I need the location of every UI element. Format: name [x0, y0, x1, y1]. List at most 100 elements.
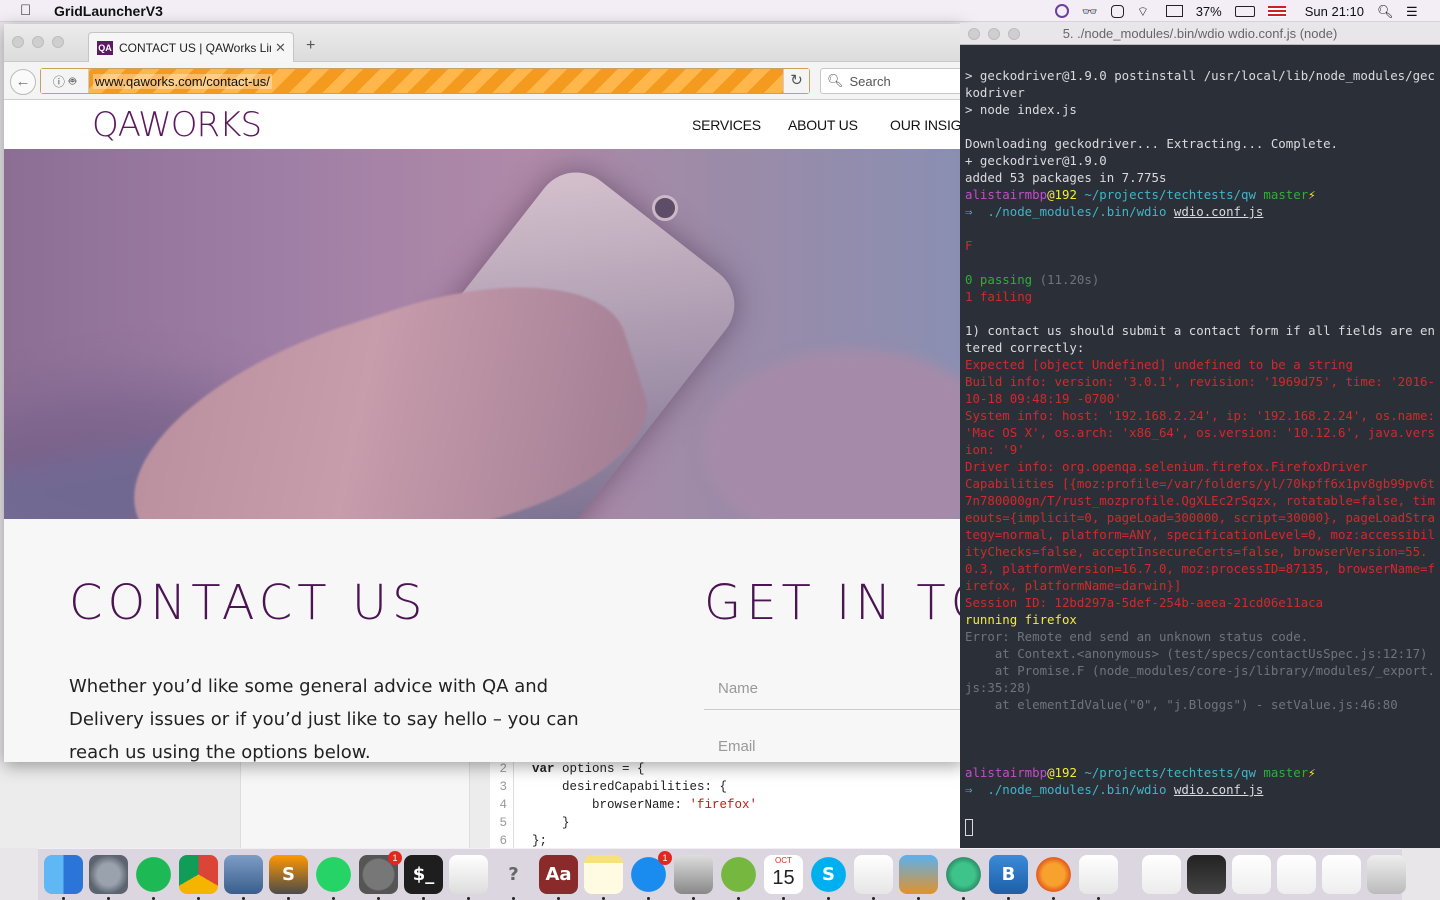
email-field[interactable]: Email [704, 738, 964, 762]
firefox-window: QA CONTACT US | QAWorks Limited ✕ + ← ⓘ … [4, 24, 964, 762]
url-text[interactable]: www.qaworks.com/contact-us/ [93, 73, 272, 89]
chrome-icon[interactable] [179, 855, 218, 900]
email-placeholder: Email [718, 738, 756, 755]
terminal-line: Expected [object Undefined] undefined to… [965, 357, 1353, 372]
spotify-icon[interactable] [134, 855, 173, 900]
back-button[interactable]: ← [10, 69, 36, 95]
terminal-line: Capabilities [{moz:profile=/var/folders/… [965, 476, 1435, 593]
zoom-window-button[interactable] [52, 36, 64, 48]
close-tab-icon[interactable]: ✕ [275, 40, 286, 56]
zoom-window-button[interactable] [1008, 28, 1020, 40]
line-number: 3 [499, 780, 507, 794]
calendar-month: OCT [775, 856, 792, 865]
battery-percentage[interactable]: 37% [1196, 4, 1222, 19]
terminal-window[interactable]: 5. ./node_modules/.bin/wdio wdio.conf.js… [960, 23, 1440, 848]
active-app-name[interactable]: GridLauncherV3 [54, 3, 163, 19]
terminal-line: 0 passing (11.20s) [965, 271, 1439, 288]
site-info-icon[interactable]: ⓘ 🤖︎ [41, 69, 89, 93]
sublime-icon[interactable]: S [269, 855, 308, 900]
apple-menu-icon[interactable]:  [20, 2, 38, 19]
firefox-icon[interactable] [1034, 855, 1073, 900]
bbedit-icon[interactable]: B [989, 855, 1028, 900]
terminal-output[interactable]: > geckodriver@1.9.0 postinstall /usr/loc… [965, 67, 1439, 840]
nav-link-services[interactable]: SERVICES [692, 117, 761, 133]
clock[interactable]: Sun 21:10 [1305, 4, 1364, 19]
reload-icon[interactable]: ↻ [783, 69, 809, 93]
stack-file-icon[interactable] [1187, 855, 1226, 894]
terminal-line: 1 failing [965, 289, 1033, 304]
document-icon[interactable] [1232, 855, 1271, 894]
document3-icon[interactable] [1322, 855, 1361, 894]
prompt-path: ~/projects/techtests/qw [1076, 765, 1256, 780]
terminal-line: > geckodriver@1.9.0 postinstall /usr/loc… [965, 68, 1435, 100]
notes-icon[interactable] [584, 855, 623, 900]
cloud-app-icon[interactable] [1054, 4, 1069, 18]
terminal-cursor [965, 819, 973, 836]
utorrent-icon[interactable] [719, 855, 758, 900]
minimize-window-button[interactable] [32, 36, 44, 48]
nav-link-our-insights[interactable]: OUR INSIGHTS [890, 117, 964, 133]
search-placeholder: Search [849, 73, 891, 89]
spotlight-search-icon[interactable]: 🔍︎ [1377, 4, 1394, 19]
prompt-user: alistairmbp [965, 765, 1048, 780]
notification-center-icon[interactable]: ☰ [1406, 4, 1422, 19]
command-argument: wdio.conf.js [1173, 204, 1264, 219]
keynote-icon[interactable] [899, 855, 938, 900]
prompt-host: @192 [1047, 187, 1077, 202]
java-icon[interactable] [1079, 855, 1118, 900]
calendar-icon[interactable]: OCT 15 [764, 855, 803, 900]
system-preferences-icon[interactable]: 1 [359, 851, 402, 900]
document2-icon[interactable] [1277, 855, 1316, 894]
nav-link-about-us[interactable]: ABOUT US [788, 117, 858, 133]
terminal-line: alistairmbp@192 ~/projects/techtests/qw … [965, 764, 1439, 781]
app-store-icon[interactable]: 1 [629, 851, 672, 900]
tab-contact-us[interactable]: QA CONTACT US | QAWorks Limited ✕ [88, 32, 294, 62]
textedit-icon[interactable] [449, 855, 488, 900]
code-line: } [532, 816, 570, 830]
airplay-icon[interactable] [1165, 5, 1183, 17]
minimize-window-button[interactable] [988, 28, 1000, 40]
finder-icon[interactable] [44, 855, 83, 900]
prompt-host: @192 [1047, 765, 1077, 780]
search-input[interactable]: 🔍︎ Search [820, 68, 964, 94]
prompt-path: ~/projects/techtests/qw [1076, 187, 1256, 202]
qaworks-logo[interactable]: QAWORKS [92, 105, 262, 145]
terminal-line: at Promise.F (node_modules/core-js/libra… [965, 663, 1435, 695]
line-number: 5 [499, 816, 507, 830]
todo-check-icon[interactable] [1110, 4, 1124, 18]
us-flag-icon[interactable] [1267, 5, 1286, 17]
code-editor[interactable]: 2 3 4 5 6 var options = { desiredCapabil… [490, 762, 960, 848]
launchpad-icon[interactable] [89, 855, 128, 900]
xcode-tools-icon[interactable] [674, 855, 713, 900]
terminal-line: 1) contact us should submit a contact fo… [965, 323, 1435, 355]
new-tab-button[interactable]: + [306, 37, 315, 55]
activity-monitor-icon[interactable] [854, 855, 893, 900]
skype-icon[interactable]: S [809, 855, 848, 900]
whatsapp-icon[interactable] [314, 855, 353, 900]
battery-icon[interactable] [1234, 5, 1255, 17]
line-number-gutter: 2 3 4 5 6 [490, 762, 514, 848]
wifi-icon[interactable]: ⌔ [1137, 4, 1153, 19]
dictionary-icon[interactable]: Aa [539, 855, 578, 900]
glasses-icon[interactable]: 👓 [1082, 4, 1098, 19]
close-window-button[interactable] [968, 28, 980, 40]
calendar-day: 15 [772, 867, 795, 889]
contact-us-heading: CONTACT US [69, 575, 428, 631]
close-window-button[interactable] [12, 36, 24, 48]
tab-title: CONTACT US | QAWorks Limited [119, 40, 271, 55]
terminal-title: 5. ./node_modules/.bin/wdio wdio.conf.js… [1062, 26, 1338, 41]
docx-file-icon[interactable] [1142, 855, 1181, 894]
terminal-icon[interactable]: $_ [404, 855, 443, 900]
navigation-toolbar: ← ⓘ 🤖︎ www.qaworks.com/contact-us/ ↻ 🔍︎ … [4, 62, 964, 100]
terminal-line: alistairmbp@192 ~/projects/techtests/qw … [965, 186, 1439, 203]
address-bar[interactable]: ⓘ 🤖︎ www.qaworks.com/contact-us/ ↻ [40, 68, 810, 94]
help-icon[interactable]: ? [494, 855, 533, 900]
name-field[interactable]: Name [704, 680, 964, 710]
trash-icon[interactable] [1367, 855, 1406, 894]
atom-icon[interactable] [944, 855, 983, 900]
preview-icon[interactable] [224, 855, 263, 900]
editor-sidebar [240, 762, 470, 848]
